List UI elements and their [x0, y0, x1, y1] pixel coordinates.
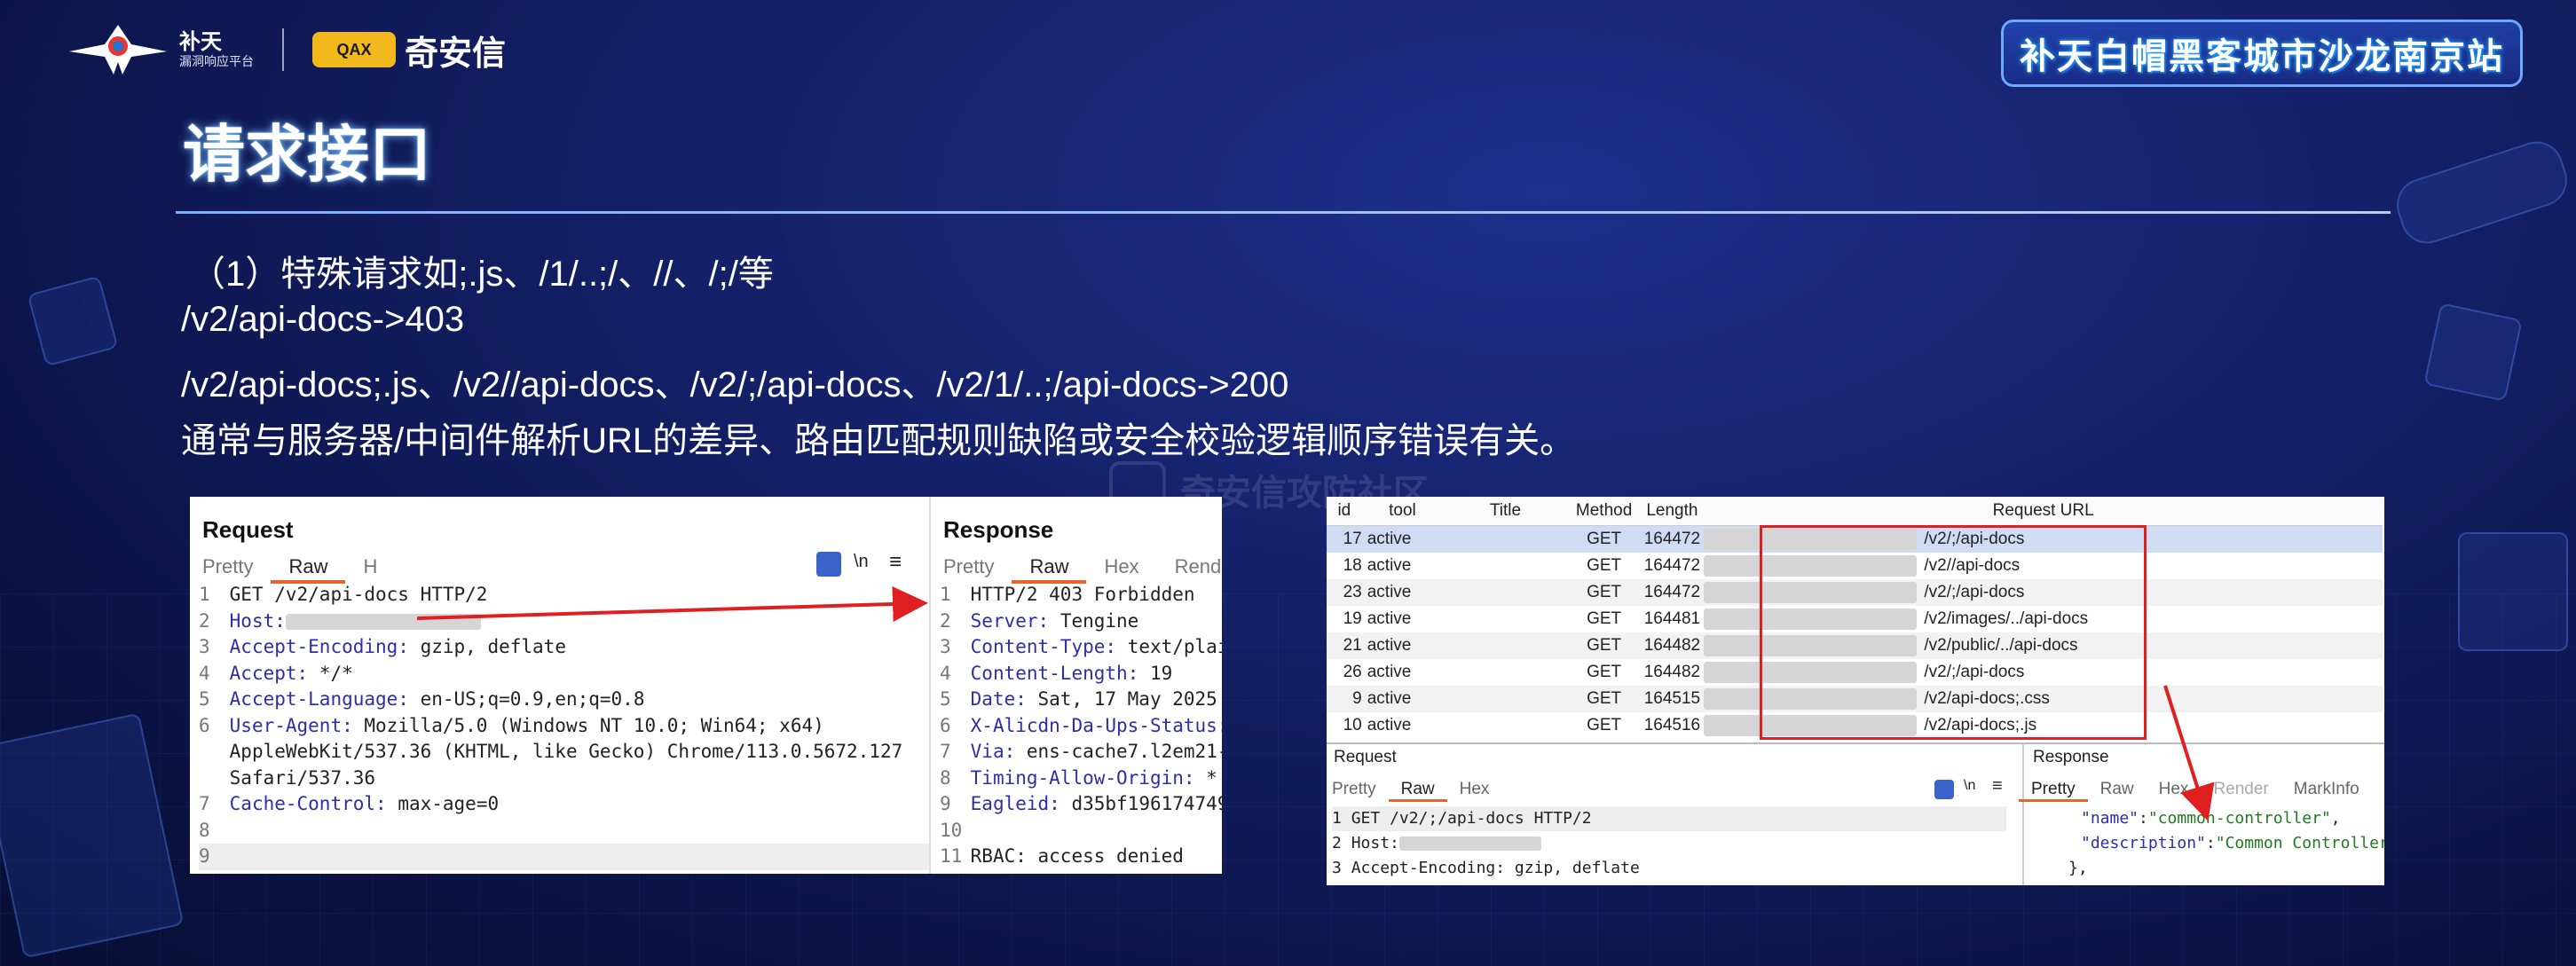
annotation-arrows: [416, 585, 2215, 821]
arrow-url-to-response: [2163, 685, 2215, 821]
arrow-request-to-response: [416, 585, 928, 622]
